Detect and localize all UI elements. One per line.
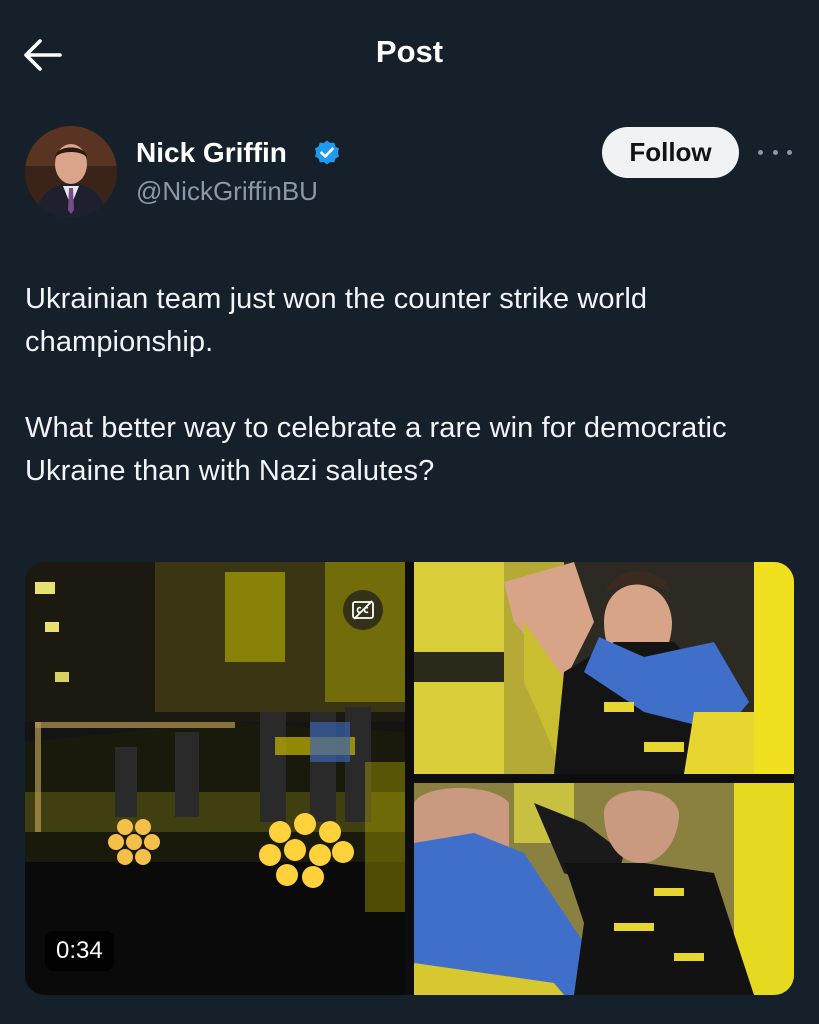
video-player[interactable]: 0:34 bbox=[25, 562, 405, 995]
more-horizontal-icon bbox=[787, 149, 792, 155]
more-horizontal-icon bbox=[758, 149, 763, 155]
media-image[interactable] bbox=[414, 783, 794, 995]
more-horizontal-icon bbox=[772, 149, 778, 155]
page-title: Post bbox=[375, 34, 444, 69]
post-paragraph: What better way to celebrate a rare win … bbox=[25, 412, 727, 487]
author-handle[interactable]: @NickGriffinBU bbox=[136, 176, 318, 207]
post-detail-screen: Post Nick Griffin @NickGriffinBU Follow … bbox=[0, 0, 819, 1024]
post-text: Ukrainian team just won the counter stri… bbox=[25, 278, 795, 493]
more-options-button[interactable] bbox=[758, 140, 792, 164]
closed-captions-icon bbox=[352, 600, 374, 620]
top-bar: Post bbox=[0, 0, 819, 106]
media-grid: 0:34 bbox=[25, 562, 794, 995]
media-image[interactable] bbox=[414, 562, 794, 774]
verified-badge-icon bbox=[313, 139, 341, 167]
follow-button[interactable]: Follow bbox=[602, 127, 739, 178]
post-paragraph: Ukrainian team just won the counter stri… bbox=[25, 283, 648, 358]
photo-thumbnail bbox=[414, 783, 794, 995]
author-name[interactable]: Nick Griffin bbox=[136, 137, 287, 169]
avatar-image bbox=[25, 126, 117, 218]
photo-thumbnail bbox=[414, 562, 794, 774]
closed-captions-button[interactable] bbox=[343, 590, 383, 630]
avatar[interactable] bbox=[25, 126, 117, 218]
video-duration: 0:34 bbox=[45, 931, 114, 971]
